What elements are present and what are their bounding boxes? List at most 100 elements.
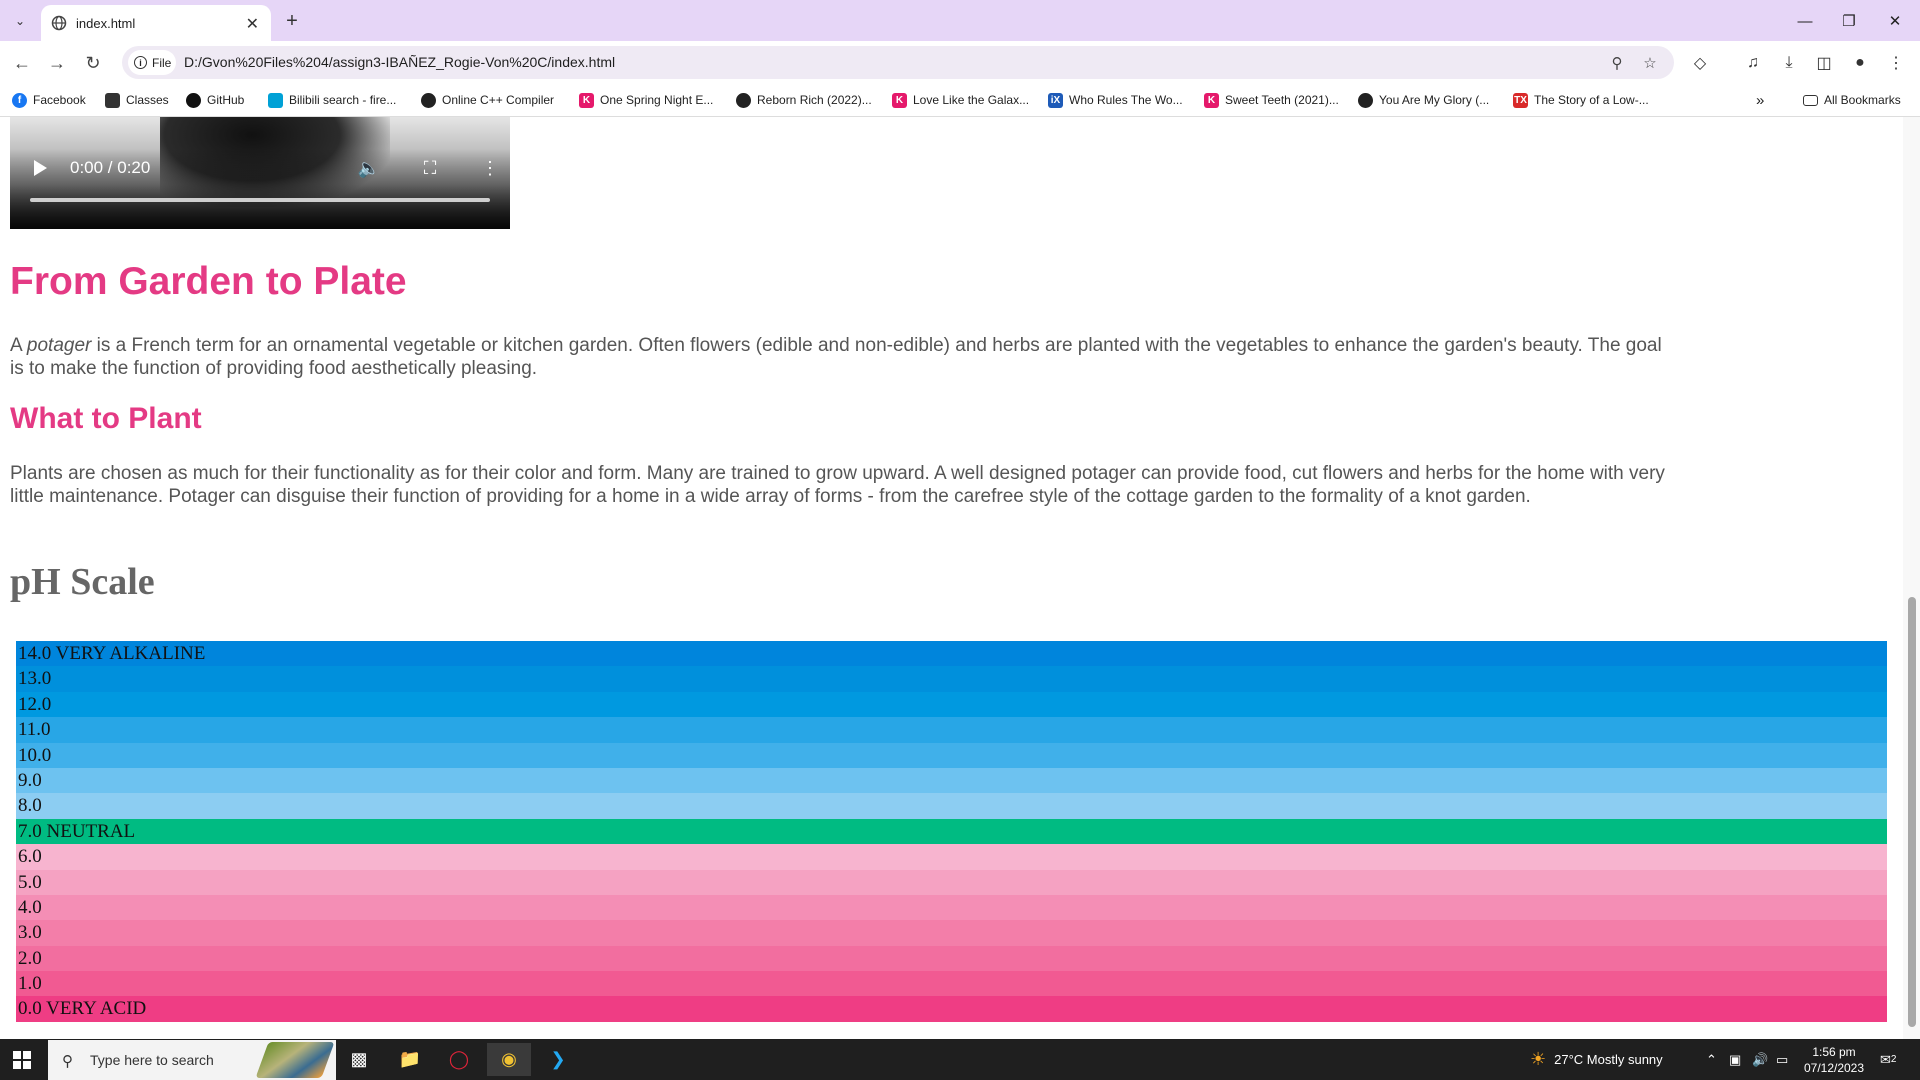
bookmark-item[interactable]: iX Who Rules The Wo...: [1048, 91, 1183, 109]
task-view-icon[interactable]: ▩: [337, 1043, 381, 1076]
volume-icon[interactable]: 🔈: [355, 154, 383, 182]
page-scrollbar[interactable]: [1903, 117, 1920, 1039]
file-explorer-icon[interactable]: 📁: [388, 1043, 432, 1076]
fullscreen-icon[interactable]: ⛶: [416, 154, 444, 182]
ph-scale-row: 4.0: [16, 894, 1887, 921]
forward-arrow-icon[interactable]: →: [44, 50, 70, 76]
globe-icon: [51, 15, 67, 31]
bookmark-label: Reborn Rich (2022)...: [757, 93, 872, 107]
vscode-icon[interactable]: ❯: [536, 1043, 580, 1076]
bookmark-item[interactable]: You Are My Glory (...: [1358, 91, 1489, 109]
intro-paragraph: A potager is a French term for an orname…: [10, 334, 1670, 380]
bookmark-label: Facebook: [33, 93, 86, 107]
bookmark-label: You Are My Glory (...: [1379, 93, 1490, 107]
video-options-kebab-icon[interactable]: ⋮: [476, 154, 504, 182]
bookmark-label: The Story of a Low-...: [1534, 93, 1649, 107]
play-icon[interactable]: [34, 160, 47, 176]
network-icon[interactable]: ▭: [1776, 1039, 1788, 1080]
tab-title: index.html: [76, 15, 136, 31]
close-tab-icon[interactable]: ✕: [246, 14, 259, 34]
opera-icon[interactable]: ◯: [437, 1043, 481, 1076]
video-player[interactable]: 0:00 / 0:20 🔈 ⛶ ⋮: [10, 117, 510, 229]
download-icon[interactable]: ⤓: [1776, 50, 1802, 76]
kissasian-icon: K: [892, 92, 907, 108]
all-bookmarks-folder[interactable]: All Bookmarks: [1803, 91, 1901, 109]
ph-scale-row: 11.0: [16, 717, 1887, 743]
windows-start-icon[interactable]: [13, 1051, 31, 1069]
menu-kebab-icon[interactable]: ⋮: [1883, 50, 1909, 76]
site-info-label: File: [152, 55, 172, 70]
bookmark-item[interactable]: GitHub: [186, 91, 244, 109]
restore-icon[interactable]: ❐: [1837, 9, 1861, 33]
bookmark-item[interactable]: Bilibili search - fire...: [268, 91, 396, 109]
ph-scale-row: 9.0: [16, 767, 1887, 794]
bookmark-item[interactable]: K One Spring Night E...: [579, 91, 713, 109]
globe-icon: [421, 92, 436, 108]
kissasian-icon: K: [579, 92, 594, 108]
media-controls-icon[interactable]: ♫: [1740, 50, 1766, 76]
page-title: From Garden to Plate: [10, 260, 407, 303]
scrollbar-thumb[interactable]: [1908, 597, 1916, 1027]
side-panel-icon[interactable]: ◫: [1811, 50, 1837, 76]
ph-scale-row: 3.0: [16, 920, 1887, 946]
intro-text-rest: is a French term for an ornamental veget…: [10, 335, 1662, 379]
zoom-icon[interactable]: ⚲: [1606, 52, 1628, 74]
ph-scale-row: 5.0: [16, 869, 1887, 895]
notification-center-icon[interactable]: ✉ 2: [1880, 1039, 1896, 1080]
tab-search-chevron-icon[interactable]: ⌄: [8, 9, 32, 33]
profile-avatar-icon[interactable]: ●: [1847, 50, 1873, 76]
bookmark-label: Love Like the Galax...: [913, 93, 1030, 107]
extensions-icon[interactable]: ◇: [1687, 50, 1713, 76]
globe-icon: [736, 92, 751, 108]
bookmark-item[interactable]: K Love Like the Galax...: [892, 91, 1029, 109]
browser-tab[interactable]: index.html ✕: [41, 5, 271, 41]
reload-icon[interactable]: ↻: [80, 50, 106, 76]
minimize-icon[interactable]: —: [1793, 9, 1817, 33]
site-info-chip[interactable]: i File: [128, 50, 176, 75]
folder-icon: [1803, 94, 1818, 106]
speaker-icon[interactable]: 🔊: [1752, 1039, 1768, 1080]
section-heading: What to Plant: [10, 402, 202, 435]
bilibili-icon: [268, 92, 283, 108]
bookmark-item[interactable]: TX The Story of a Low-...: [1513, 91, 1649, 109]
iq-icon: iX: [1048, 92, 1063, 108]
all-bookmarks-label: All Bookmarks: [1824, 93, 1901, 107]
window-close-icon[interactable]: ✕: [1883, 9, 1907, 33]
intro-text-start: A: [10, 335, 27, 356]
video-progress-bar[interactable]: [30, 198, 490, 202]
ph-scale-row: 2.0: [16, 945, 1887, 972]
taskbar-search-box[interactable]: ⚲ Type here to search: [48, 1040, 336, 1080]
taskbar-search-placeholder: Type here to search: [90, 1052, 214, 1068]
bookmark-item[interactable]: K Sweet Teeth (2021)...: [1204, 91, 1339, 109]
clock-time: 1:56 pm: [1812, 1044, 1856, 1059]
more-bookmarks-chevron-icon[interactable]: »: [1756, 91, 1764, 109]
clock[interactable]: 1:56 pm 07/12/2023: [1801, 1039, 1867, 1080]
chrome-icon[interactable]: ◉: [487, 1043, 531, 1076]
github-icon: [186, 92, 201, 108]
ph-scale-heading: pH Scale: [10, 561, 155, 603]
bookmark-label: Who Rules The Wo...: [1069, 93, 1183, 107]
bookmark-item[interactable]: Reborn Rich (2022)...: [736, 91, 872, 109]
meet-now-icon[interactable]: ▣: [1729, 1039, 1741, 1080]
bookmark-item[interactable]: Classes: [105, 91, 169, 109]
bookmarks-bar: f Facebook Classes GitHub Bilibili search…: [0, 84, 1920, 117]
info-icon: i: [134, 56, 147, 69]
windows-taskbar: ⚲ Type here to search ▩ 📁 ◯ ◉ ❯ ☀ 27°C Mo…: [0, 1039, 1920, 1080]
what-to-plant-paragraph: Plants are chosen as much for their func…: [10, 463, 1665, 507]
weather-widget[interactable]: ☀ 27°C Mostly sunny: [1530, 1039, 1663, 1080]
facebook-icon: f: [12, 92, 27, 108]
bookmark-item[interactable]: f Facebook: [12, 91, 86, 109]
ph-scale-row: 1.0: [16, 971, 1887, 997]
new-tab-plus-icon[interactable]: +: [280, 9, 304, 33]
video-time: 0:00 / 0:20: [70, 158, 151, 177]
back-arrow-icon[interactable]: ←: [9, 50, 35, 76]
url-text[interactable]: D:/Gvon%20Files%204/assign3-IBAÑEZ_Rogie…: [184, 54, 615, 70]
tray-chevron-icon[interactable]: ⌃: [1706, 1039, 1717, 1080]
bookmark-item[interactable]: Online C++ Compiler: [421, 91, 554, 109]
bookmark-label: Online C++ Compiler: [442, 93, 555, 107]
bookmark-star-icon[interactable]: ☆: [1639, 52, 1661, 74]
globe-icon: [1358, 92, 1373, 108]
address-bar[interactable]: i File D:/Gvon%20Files%204/assign3-IBAÑE…: [122, 46, 1674, 79]
search-highlight-image: [255, 1042, 335, 1078]
ph-scale-row: 10.0: [16, 742, 1887, 768]
